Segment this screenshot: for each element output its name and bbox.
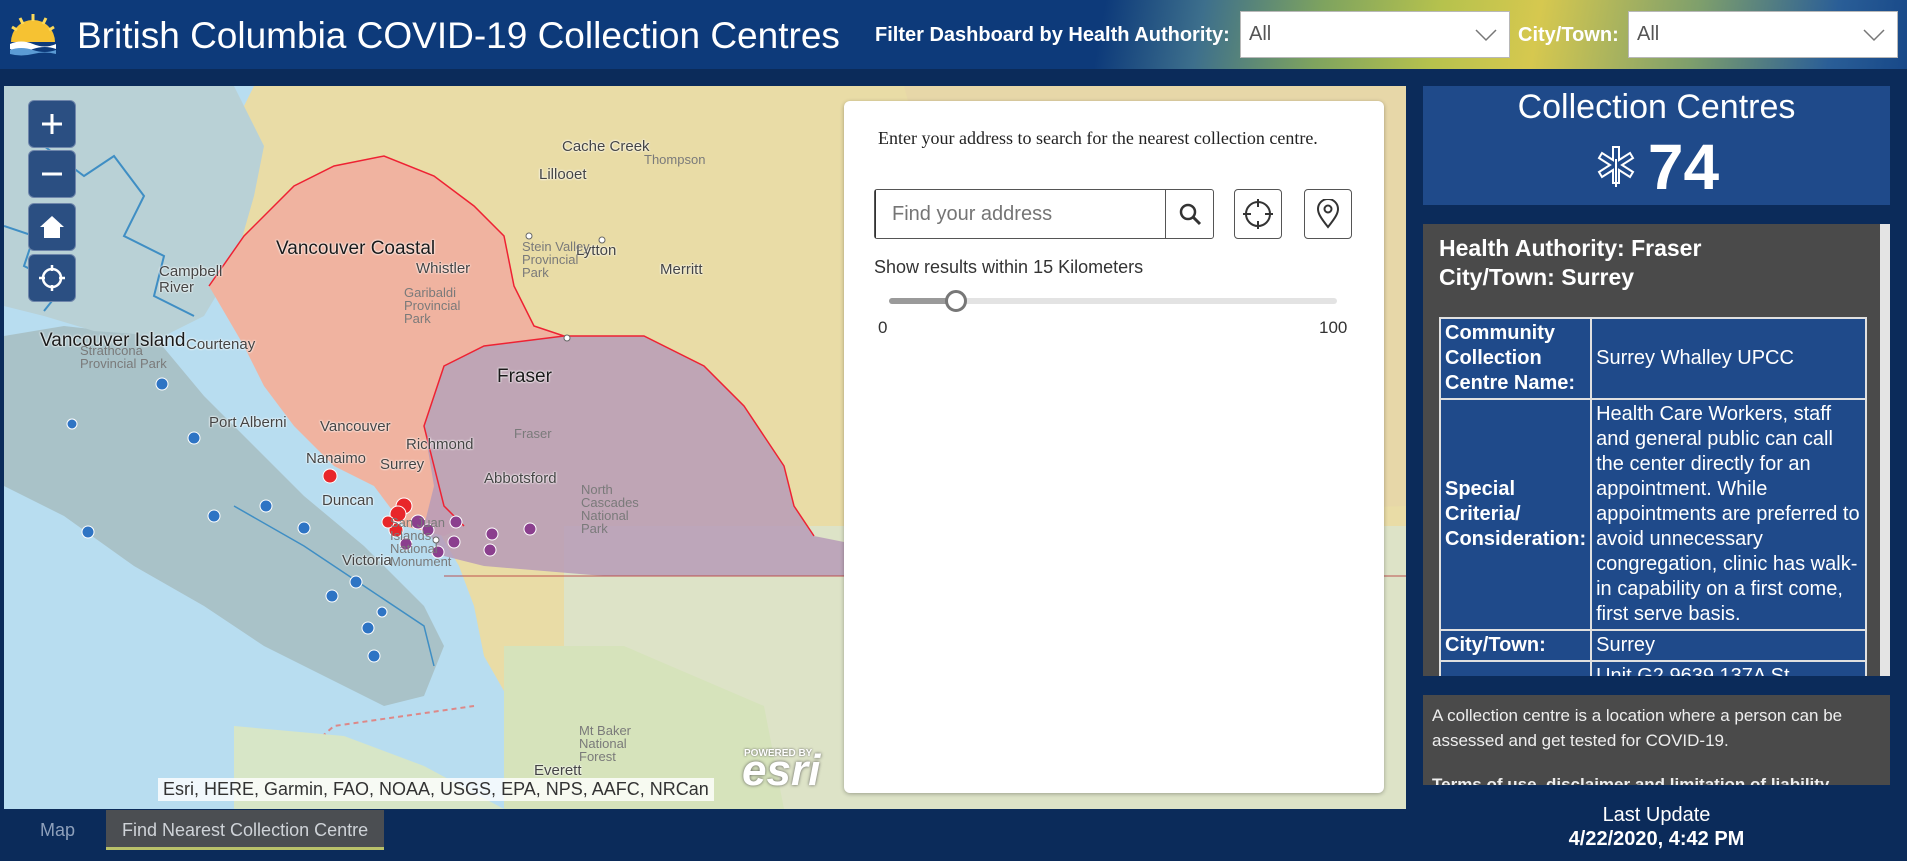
map-label-stein-valley: Stein Valley Provincial Park: [522, 239, 590, 280]
plus-icon: [42, 114, 62, 134]
info-text: A collection centre is a location where …: [1432, 706, 1843, 750]
select-location-on-map-button[interactable]: [1304, 189, 1352, 239]
tab-map[interactable]: Map: [24, 810, 91, 850]
last-update-label: Last Update: [1602, 804, 1711, 826]
detail-city: City/Town: Surrey: [1439, 264, 1635, 290]
map-label-vancouver: Vancouver: [320, 418, 391, 435]
minus-icon: [42, 172, 62, 176]
map-label-nanaimo: Nanaimo: [306, 450, 367, 467]
map-label-abbotsford: Abbotsford: [484, 470, 557, 487]
header-bar: British Columbia COVID-19 Collection Cen…: [0, 0, 1907, 69]
health-authority-filter-label: Filter Dashboard by Health Authority:: [875, 24, 1230, 46]
map-label-merritt: Merritt: [660, 261, 703, 278]
zoom-out-button[interactable]: [28, 150, 76, 198]
detail-key: Community Collection Centre Name:: [1441, 319, 1591, 398]
map-label-whistler: Whistler: [416, 260, 471, 277]
map-label-fraser-river: Fraser: [514, 426, 552, 441]
detail-scrollbar[interactable]: [1880, 224, 1890, 676]
health-authority-select-value: All: [1249, 23, 1272, 45]
search-prompt: Enter your address to search for the nea…: [878, 128, 1318, 148]
map-label-mt-baker: Mt Baker National Forest: [579, 723, 632, 764]
table-row: Special Criteria/ Consideration: Health …: [1441, 400, 1865, 629]
map-label-duncan: Duncan: [322, 492, 374, 509]
map-label-cache-creek: Cache Creek: [562, 138, 650, 155]
map-label-campbell-river: Campbell River: [159, 263, 223, 296]
count-value-row: 74: [1423, 130, 1890, 204]
centre-detail-panel[interactable]: Health Authority: Fraser City/Town: Surr…: [1423, 224, 1890, 676]
crosshair-icon: [39, 265, 65, 291]
home-button[interactable]: [28, 203, 76, 251]
table-row: Community Collection Centre Name: Surrey…: [1441, 319, 1865, 398]
radius-slider-thumb[interactable]: [945, 290, 968, 312]
radius-slider-max: 100: [1319, 318, 1348, 337]
map-label-courtenay: Courtenay: [186, 336, 256, 353]
detail-value: Surrey Whalley UPCC: [1592, 319, 1865, 398]
home-icon: [40, 216, 64, 238]
map-label-surrey: Surrey: [380, 456, 425, 473]
bc-sun-logo-icon: [10, 14, 56, 56]
detail-health-authority: Health Authority: Fraser: [1439, 235, 1702, 261]
use-current-location-button[interactable]: [1234, 189, 1282, 239]
map-label-vancouver-coastal: Vancouver Coastal: [276, 238, 436, 259]
city-select[interactable]: All: [1628, 11, 1898, 58]
count-title: Collection Centres: [1517, 88, 1796, 126]
map-label-fraser: Fraser: [497, 366, 552, 387]
map-label-garibaldi: Garibaldi Provincial Park: [404, 285, 461, 326]
map-label-north-cascades: North Cascades National Park: [581, 482, 639, 536]
detail-key: Special Criteria/ Consideration:: [1441, 400, 1591, 629]
count-value: 74: [1647, 131, 1720, 203]
map-label-san-juan: San Juan Islands National Monument: [390, 515, 452, 569]
detail-table: Community Collection Centre Name: Surrey…: [1439, 317, 1867, 676]
address-search-input[interactable]: [875, 190, 1165, 238]
detail-value: Surrey: [1592, 631, 1865, 660]
search-icon: [1179, 203, 1201, 226]
map-label-victoria: Victoria: [342, 552, 392, 569]
map-pin-icon: [1316, 199, 1340, 229]
detail-key: [1441, 662, 1591, 676]
app-title: British Columbia COVID-19 Collection Cen…: [77, 15, 840, 56]
map-attribution: Esri, HERE, Garmin, FAO, NOAA, USGS, EPA…: [158, 778, 714, 801]
tab-find-nearest[interactable]: Find Nearest Collection Centre: [106, 810, 385, 850]
detail-value: Unit G2 9639 137A St: [1592, 662, 1865, 676]
collection-centres-count-panel: Collection Centres 74: [1423, 86, 1890, 205]
last-update-value: 4/22/2020, 4:42 PM: [1568, 828, 1745, 850]
detail-key: City/Town:: [1441, 631, 1591, 660]
map-label-thompson: Thompson: [644, 152, 706, 167]
map-label-port-alberni: Port Alberni: [209, 414, 287, 431]
chevron-down-icon: [1475, 29, 1497, 42]
map-label-lillooet: Lillooet: [539, 166, 587, 183]
search-button[interactable]: [1165, 190, 1213, 238]
table-row: City/Town: Surrey: [1441, 631, 1865, 660]
city-filter-label: City/Town:: [1518, 24, 1619, 46]
address-search-box: [874, 189, 1214, 239]
table-row: Unit G2 9639 137A St: [1441, 662, 1865, 676]
info-panel[interactable]: A collection centre is a location where …: [1423, 695, 1890, 785]
medical-star-icon: [1597, 146, 1635, 187]
crosshair-icon: [1243, 199, 1273, 229]
health-authority-select[interactable]: All: [1240, 11, 1510, 58]
nearest-centre-search-panel: Enter your address to search for the nea…: [844, 101, 1384, 793]
radius-slider[interactable]: [889, 290, 1337, 312]
map-label-richmond: Richmond: [406, 436, 474, 453]
detail-header: Health Authority: Fraser City/Town: Surr…: [1439, 234, 1701, 292]
zoom-in-button[interactable]: [28, 100, 76, 148]
city-select-value: All: [1637, 23, 1660, 45]
locate-button[interactable]: [28, 254, 76, 302]
detail-value: Health Care Workers, staff and general p…: [1592, 400, 1865, 629]
radius-slider-min: 0: [878, 318, 888, 337]
radius-label: Show results within 15 Kilometers: [874, 257, 1144, 277]
info-terms-text: Terms of use, disclaimer and limitation …: [1432, 775, 1830, 785]
chevron-down-icon: [1863, 29, 1885, 42]
map-label-strathcona: Strathcona Provincial Park: [80, 343, 167, 371]
esri-logo: esri: [742, 746, 821, 795]
map-label-everett: Everett: [534, 762, 582, 779]
